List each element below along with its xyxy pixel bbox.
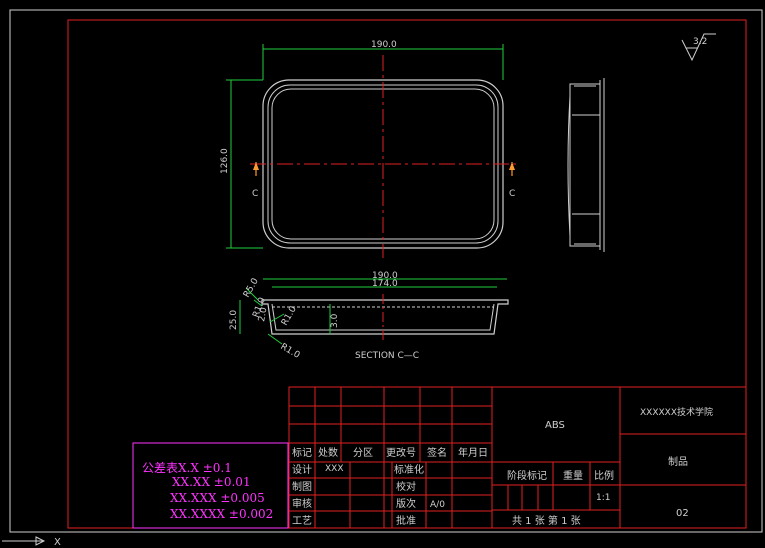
tb-weight-label: 重量: [563, 469, 583, 482]
tb-drawing-no: 02: [676, 508, 689, 519]
side-view: [567, 78, 605, 252]
tb-approve: 批准: [396, 514, 416, 527]
tb-version: A/0: [430, 500, 445, 510]
dim-radius-3: R1.0: [280, 304, 299, 327]
tolerance-line-3: XX.XXX ±0.005: [170, 491, 265, 505]
section-mark-right: C: [509, 189, 515, 199]
tb-stage-label: 阶段标记: [507, 469, 547, 482]
tb-row-draw: 制图: [292, 480, 312, 493]
dim-rim: 3.0: [330, 313, 340, 328]
top-view: C C 190.0 126.0: [220, 40, 518, 258]
tb-header-mark: 标记: [292, 447, 312, 459]
dim-angle: 2.0: [257, 306, 269, 322]
surface-roughness-symbol: 3.2: [681, 33, 716, 62]
dim-left-height: 126.0: [220, 148, 230, 174]
section-mark-left: C: [252, 189, 258, 199]
cad-drawing-canvas[interactable]: 3.2 C C 190.0 126.0 190.0 174.0 25.0 3.0…: [0, 0, 765, 548]
tb-scale-label: 比例: [594, 469, 614, 482]
tb-header-sign: 签名: [427, 446, 447, 459]
ucs-x-label: X: [54, 537, 61, 548]
tb-header-change: 更改号: [386, 446, 416, 459]
section-view: 190.0 174.0 25.0 3.0 R5.0 R1.0 R1.0 R1.0…: [229, 271, 509, 361]
tb-header-count: 处数: [318, 446, 338, 459]
dim-radius-1: R5.0: [242, 276, 261, 299]
tb-header-zone: 分区: [353, 447, 373, 459]
section-label: SECTION C—C: [355, 351, 419, 361]
tb-designer: XXX: [325, 464, 344, 474]
ucs-axis-icon: X: [2, 536, 61, 548]
tolerance-table: 公差表 X.X ±0.1 XX.XX ±0.01 XX.XXX ±0.005 X…: [132, 442, 289, 529]
tolerance-line-2: XX.XX ±0.01: [172, 475, 251, 489]
tb-version-label: 版次: [396, 497, 416, 510]
tb-scale: 1:1: [596, 493, 610, 503]
dim-top-width: 190.0: [371, 40, 397, 50]
tb-material: ABS: [545, 420, 565, 431]
tb-header-date: 年月日: [458, 446, 488, 459]
dim-depth: 25.0: [229, 310, 239, 330]
roughness-value: 3.2: [693, 37, 707, 47]
tb-sheets: 共 1 张 第 1 张: [512, 514, 581, 527]
tb-part-name: 制品: [668, 455, 688, 468]
tb-row-design: 设计: [292, 463, 312, 476]
tb-row-process: 工艺: [292, 515, 312, 527]
tolerance-line-1: X.X ±0.1: [178, 461, 232, 475]
dim-radius-4: R1.0: [279, 342, 302, 361]
tb-check: 校对: [396, 480, 416, 493]
dim-section-width-inner: 174.0: [372, 279, 398, 289]
tb-row-review: 审核: [292, 497, 312, 510]
tolerance-line-4: XX.XXXX ±0.002: [170, 507, 273, 521]
tb-std: 标准化: [394, 463, 424, 476]
tolerance-title: 公差表: [142, 461, 178, 475]
tb-school: XXXXXX技术学院: [640, 406, 713, 418]
